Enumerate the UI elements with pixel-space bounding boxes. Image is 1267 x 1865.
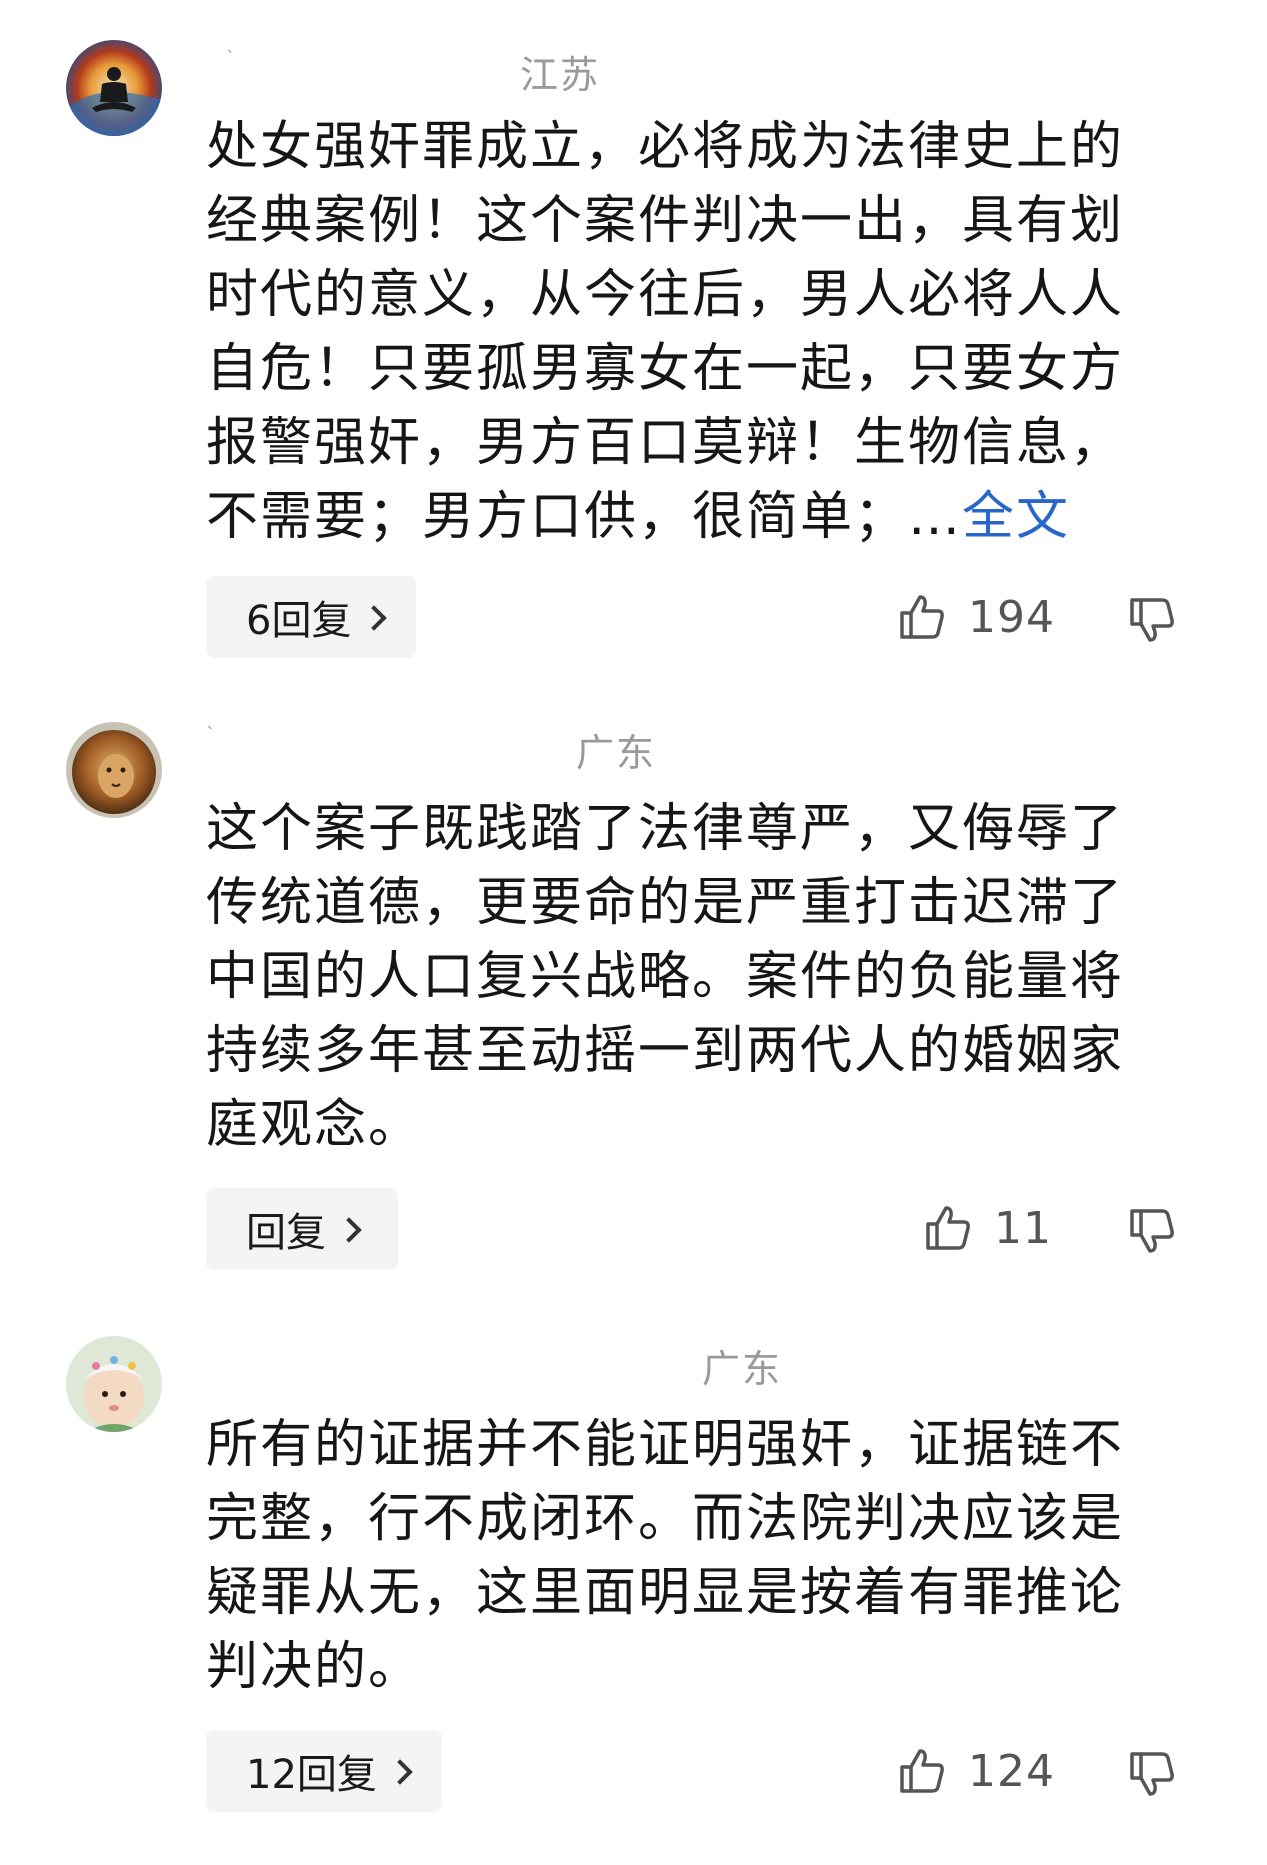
reply-button-label: 回复 <box>246 1210 326 1256</box>
thumbs-down-icon[interactable] <box>1126 1748 1178 1800</box>
comment-text: 处女强奸罪成立，必将成为法律史上的经典案例！这个案件判决一出，具有划时代的意义，… <box>206 110 1166 554</box>
like-button[interactable]: 11 <box>922 1202 1052 1254</box>
comment-text: 所有的证据并不能证明强奸，证据链不完整，行不成闭环。而法院判决应该是疑罪从无，这… <box>206 1408 1166 1704</box>
avatar[interactable] <box>66 1336 162 1432</box>
expand-full-text-link[interactable]: 全文 <box>962 487 1070 547</box>
like-count: 124 <box>968 1745 1055 1797</box>
like-count: 194 <box>968 591 1055 643</box>
comment-body: 这个案子既践踏了法律尊严，又侮辱了传统道德，更要命的是严重打击迟滞了中国的人口复… <box>206 799 1125 1155</box>
avatar[interactable] <box>66 40 162 136</box>
like-count: 11 <box>994 1202 1052 1254</box>
reply-button-label: 6回复 <box>246 598 352 644</box>
thumbs-down-icon[interactable] <box>1126 1205 1178 1257</box>
thumbs-up-icon <box>900 1749 944 1793</box>
like-button[interactable]: 194 <box>896 591 1055 643</box>
chevron-right-icon <box>361 605 388 631</box>
reply-button[interactable]: 回复 <box>206 1188 398 1270</box>
comment-text: 这个案子既践踏了法律尊严，又侮辱了传统道德，更要命的是严重打击迟滞了中国的人口复… <box>206 792 1166 1162</box>
meditation-figure-avatar-icon <box>66 40 162 136</box>
avatar[interactable] <box>66 722 162 818</box>
chevron-right-icon <box>387 1759 413 1785</box>
location-label: 广东 <box>576 731 657 775</box>
like-button[interactable]: 124 <box>896 1745 1055 1797</box>
username[interactable]: ` <box>206 724 215 745</box>
comment-body: 所有的证据并不能证明强奸，证据链不完整，行不成闭环。而法院判决应该是疑罪从无，这… <box>206 1415 1125 1697</box>
thumbs-down-icon[interactable] <box>1126 594 1178 646</box>
lion-avatar-icon <box>66 722 162 818</box>
reply-button[interactable]: 12回复 <box>206 1730 442 1812</box>
comment-body: 处女强奸罪成立，必将成为法律史上的经典案例！这个案件判决一出，具有划时代的意义，… <box>206 117 1125 547</box>
reply-button[interactable]: 6回复 <box>206 576 416 658</box>
username[interactable]: ` <box>226 48 235 69</box>
location-label: 广东 <box>702 1347 783 1391</box>
reply-button-label: 12回复 <box>246 1752 377 1798</box>
thumbs-up-icon <box>926 1206 970 1250</box>
thumbs-up-icon <box>900 595 944 639</box>
location-label: 江苏 <box>520 53 601 97</box>
chevron-right-icon <box>336 1217 362 1243</box>
baby-avatar-icon <box>66 1336 162 1432</box>
